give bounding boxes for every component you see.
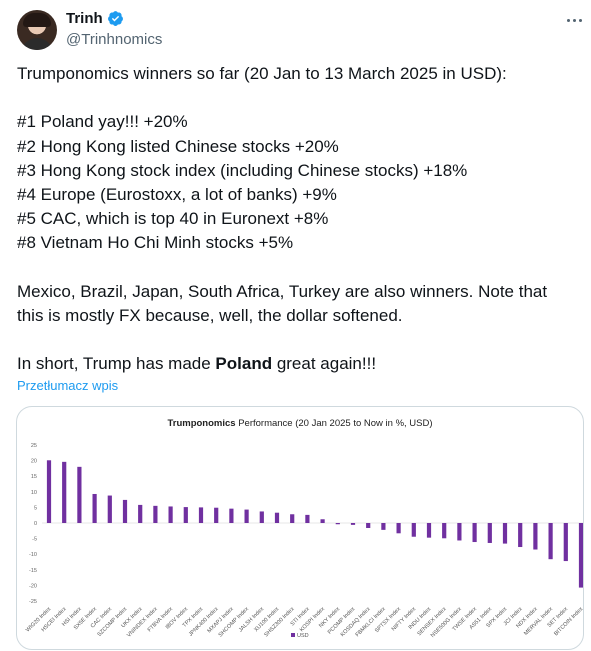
y-tick-label: -20 — [29, 583, 37, 589]
bar — [366, 523, 371, 528]
bar — [92, 493, 97, 523]
bar — [502, 523, 508, 544]
avatar-hair — [23, 13, 51, 27]
tweet-line: Mexico, Brazil, Japan, South Africa, Tur… — [17, 281, 548, 301]
bar — [214, 507, 219, 523]
bar — [183, 507, 188, 523]
y-tick-label: 10 — [31, 490, 37, 496]
y-tick-label: 15 — [31, 474, 37, 480]
bar — [533, 523, 538, 550]
tweet-line: #8 Vietnam Ho Chi Minh stocks +5% — [17, 233, 294, 253]
tweet-last-line: In short, Trump has made Poland great ag… — [17, 352, 577, 376]
bar — [77, 466, 82, 523]
bar — [305, 514, 310, 523]
chart-title: Trumponomics Performance (20 Jan 2025 to… — [167, 418, 432, 429]
avatar-shoulders — [21, 38, 53, 50]
bar — [62, 461, 67, 523]
tweet-line: #1 Poland yay!!! +20% — [17, 112, 188, 132]
tweet-line: #3 Hong Kong stock index (including Chin… — [17, 160, 468, 180]
bar — [472, 523, 477, 543]
bar — [229, 508, 234, 523]
bar — [350, 523, 356, 525]
bar — [274, 512, 280, 523]
y-tick-label: 20 — [31, 459, 37, 465]
bar — [290, 514, 295, 523]
bar — [411, 523, 416, 537]
bar — [107, 495, 112, 523]
bar — [487, 523, 492, 543]
tweet-text: Trumponomics winners so far (20 Jan to 1… — [17, 62, 577, 376]
legend-swatch — [291, 633, 295, 637]
bar-series — [46, 460, 583, 588]
tweet-last-bold: Poland — [215, 354, 273, 374]
chart-title-bold: Trumponomics — [167, 418, 235, 429]
more-options-icon[interactable] — [562, 10, 586, 30]
y-tick-label: -15 — [29, 568, 37, 574]
bar — [548, 523, 553, 560]
author-avatar[interactable] — [17, 10, 57, 50]
bar — [122, 499, 128, 523]
bar — [518, 523, 523, 548]
chart-image-card[interactable]: Trumponomics Performance (20 Jan 2025 to… — [16, 406, 584, 650]
chart-title-rest: Performance (20 Jan 2025 to Now in %, US… — [236, 418, 433, 429]
tweet-line: #2 Hong Kong listed Chinese stocks +20% — [17, 136, 339, 156]
y-tick-label: 0 — [34, 521, 37, 527]
bar — [244, 509, 249, 523]
tweet-line: #5 CAC, which is top 40 in Euronext +8% — [17, 209, 329, 229]
bar — [442, 523, 447, 539]
legend-label: USD — [297, 633, 309, 639]
bar — [320, 519, 325, 523]
bar — [335, 523, 340, 525]
bar — [563, 523, 568, 562]
bar — [198, 507, 204, 523]
tweet-last-suffix: great again!!! — [272, 354, 377, 374]
translate-post-link[interactable]: Przetłumacz wpis — [17, 378, 118, 393]
verified-badge-icon — [107, 10, 124, 27]
y-tick-label: -10 — [29, 552, 37, 558]
y-axis: 25 20 15 10 5 0 -5 -10 -15 -20 -25 — [29, 443, 583, 605]
tweet-line: #4 Europe (Eurostoxx, a lot of banks) +9… — [17, 184, 337, 204]
tweet-line: Trumponomics winners so far (20 Jan to 1… — [17, 64, 507, 83]
tweet-last-prefix: In short, Trump has made — [17, 354, 216, 374]
y-tick-label: -5 — [32, 537, 37, 543]
bar — [46, 460, 52, 523]
bar — [138, 504, 143, 523]
author-handle[interactable]: @Trinhnomics — [66, 31, 162, 48]
bar — [168, 506, 173, 523]
author-name-row: Trinh — [66, 10, 124, 27]
y-tick-label: 25 — [31, 443, 37, 449]
bar — [578, 523, 583, 588]
bar — [153, 505, 158, 523]
y-tick-label: 5 — [34, 505, 37, 511]
author-name[interactable]: Trinh — [66, 10, 103, 27]
y-tick-label: -25 — [29, 599, 37, 605]
tweet-line: this is mostly FX because, well, the dol… — [17, 305, 403, 325]
performance-chart: Trumponomics Performance (20 Jan 2025 to… — [25, 418, 583, 639]
bar — [457, 523, 462, 541]
bar — [259, 511, 264, 523]
bar — [426, 523, 432, 538]
bar — [381, 523, 386, 530]
bar — [396, 523, 401, 534]
chart-legend: USD — [291, 633, 309, 639]
